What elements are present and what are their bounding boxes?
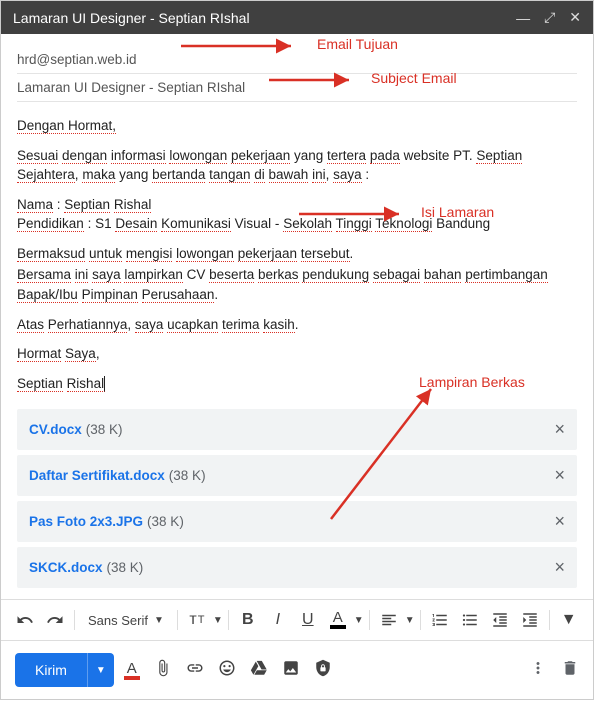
confidential-icon[interactable] <box>314 659 332 682</box>
attachment-item[interactable]: SKCK.docx (38 K) × <box>17 547 577 588</box>
redo-button[interactable] <box>41 606 69 634</box>
attachment-item[interactable]: CV.docx (38 K) × <box>17 409 577 450</box>
compose-footer: Kirim ▼ A <box>1 641 593 699</box>
text-color-button[interactable]: A <box>324 606 352 634</box>
remove-attachment-icon[interactable]: × <box>554 511 565 532</box>
window-title: Lamaran UI Designer - Septian RIshal <box>13 10 516 26</box>
attachment-item[interactable]: Daftar Sertifikat.docx (38 K) × <box>17 455 577 496</box>
underline-button[interactable]: U <box>294 606 322 634</box>
emoji-icon[interactable] <box>218 659 236 682</box>
align-button[interactable] <box>375 606 403 634</box>
drive-icon[interactable] <box>250 659 268 682</box>
indent-more-button[interactable] <box>516 606 544 634</box>
bulleted-list-button[interactable] <box>456 606 484 634</box>
remove-attachment-icon[interactable]: × <box>554 557 565 578</box>
font-size-dropdown[interactable]: ▼ <box>213 615 223 626</box>
close-icon[interactable]: ✕ <box>569 9 581 26</box>
compose-header: Lamaran UI Designer - Septian RIshal — ⤢… <box>1 1 593 34</box>
subject-field[interactable]: Lamaran UI Designer - Septian RIshal <box>17 74 577 102</box>
delete-icon[interactable] <box>561 659 579 682</box>
undo-button[interactable] <box>11 606 39 634</box>
image-icon[interactable] <box>282 659 300 682</box>
minimize-icon[interactable]: — <box>516 10 530 26</box>
font-selector[interactable]: Sans Serif ▼ <box>80 609 172 632</box>
text-color-dropdown[interactable]: ▼ <box>354 615 364 626</box>
remove-attachment-icon[interactable]: × <box>554 465 565 486</box>
indent-less-button[interactable] <box>486 606 514 634</box>
bold-button[interactable]: B <box>234 606 262 634</box>
format-toolbar: Sans Serif ▼ тT ▼ B I U A ▼ ▼ ▼ <box>1 599 593 641</box>
attachment-item[interactable]: Pas Foto 2x3.JPG (38 K) × <box>17 501 577 542</box>
recipient-field[interactable]: hrd@septian.web.id <box>17 46 577 74</box>
text-format-icon[interactable]: A <box>124 660 140 680</box>
compose-window: Lamaran UI Designer - Septian RIshal — ⤢… <box>0 0 594 700</box>
remove-attachment-icon[interactable]: × <box>554 419 565 440</box>
send-options-button[interactable]: ▼ <box>87 653 114 687</box>
numbered-list-button[interactable] <box>426 606 454 634</box>
expand-icon[interactable]: ⤢ <box>544 9 555 26</box>
more-options-icon[interactable] <box>529 659 547 682</box>
more-formatting-button[interactable]: ▼ <box>555 606 583 634</box>
link-icon[interactable] <box>186 659 204 682</box>
send-button[interactable]: Kirim <box>15 653 87 687</box>
attachments-list: CV.docx (38 K) × Daftar Sertifikat.docx … <box>1 403 593 599</box>
email-body[interactable]: Dengan Hormat, Sesuai dengan informasi l… <box>17 102 577 393</box>
attach-icon[interactable] <box>154 659 172 682</box>
italic-button[interactable]: I <box>264 606 292 634</box>
align-dropdown[interactable]: ▼ <box>405 615 415 626</box>
font-size-button[interactable]: тT <box>183 606 211 634</box>
